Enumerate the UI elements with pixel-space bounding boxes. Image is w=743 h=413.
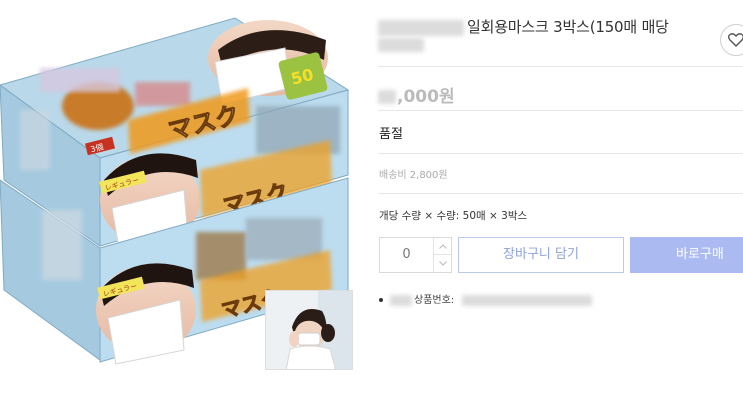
quantity-stepper[interactable]: 0 [379, 237, 452, 273]
product-title-row: 일회용마스크 3박스(150매 매당 [378, 16, 669, 37]
heart-icon [728, 33, 743, 47]
shipping-fee: 배송비 2,800원 [379, 170, 448, 181]
quantity-increase-button[interactable] [434, 238, 452, 255]
inset-photo [265, 290, 353, 370]
blurred-price-digits [378, 90, 396, 104]
price-suffix: ,000원 [397, 87, 455, 107]
buy-now-button[interactable]: 바로구매 [630, 237, 743, 273]
blurred-title-continuation [378, 38, 424, 52]
selected-option: 개당 수량 × 수량: 50매 × 3박스 [379, 210, 528, 222]
bullet-icon [379, 298, 383, 302]
quantity-decrease-button[interactable] [434, 255, 452, 272]
stock-status: 품절 [379, 127, 403, 142]
quantity-value[interactable]: 0 [380, 238, 433, 272]
product-code-label: 상품번호: [414, 295, 455, 306]
divider [378, 193, 743, 194]
chevron-up-icon [439, 243, 447, 249]
blurred-seller-name [378, 19, 464, 36]
chevron-down-icon [439, 261, 447, 266]
divider [378, 110, 743, 111]
divider [378, 153, 743, 154]
blurred-code-prefix [390, 294, 412, 306]
product-code-row: 상품번호: [379, 291, 593, 306]
divider [378, 66, 743, 67]
product-title: 일회용마스크 3박스(150매 매당 [467, 18, 669, 36]
add-to-cart-button[interactable]: 장바구니 담기 [458, 237, 624, 273]
woman-wearing-mask-photo [266, 291, 352, 369]
blurred-product-code [462, 294, 593, 306]
favorite-button[interactable] [720, 24, 743, 56]
quantity-arrows [433, 238, 452, 272]
price: ,000원 [378, 82, 455, 107]
product-image: 50 マスク 3個 レギュラー マスク マスク レギュラー [0, 0, 360, 413]
